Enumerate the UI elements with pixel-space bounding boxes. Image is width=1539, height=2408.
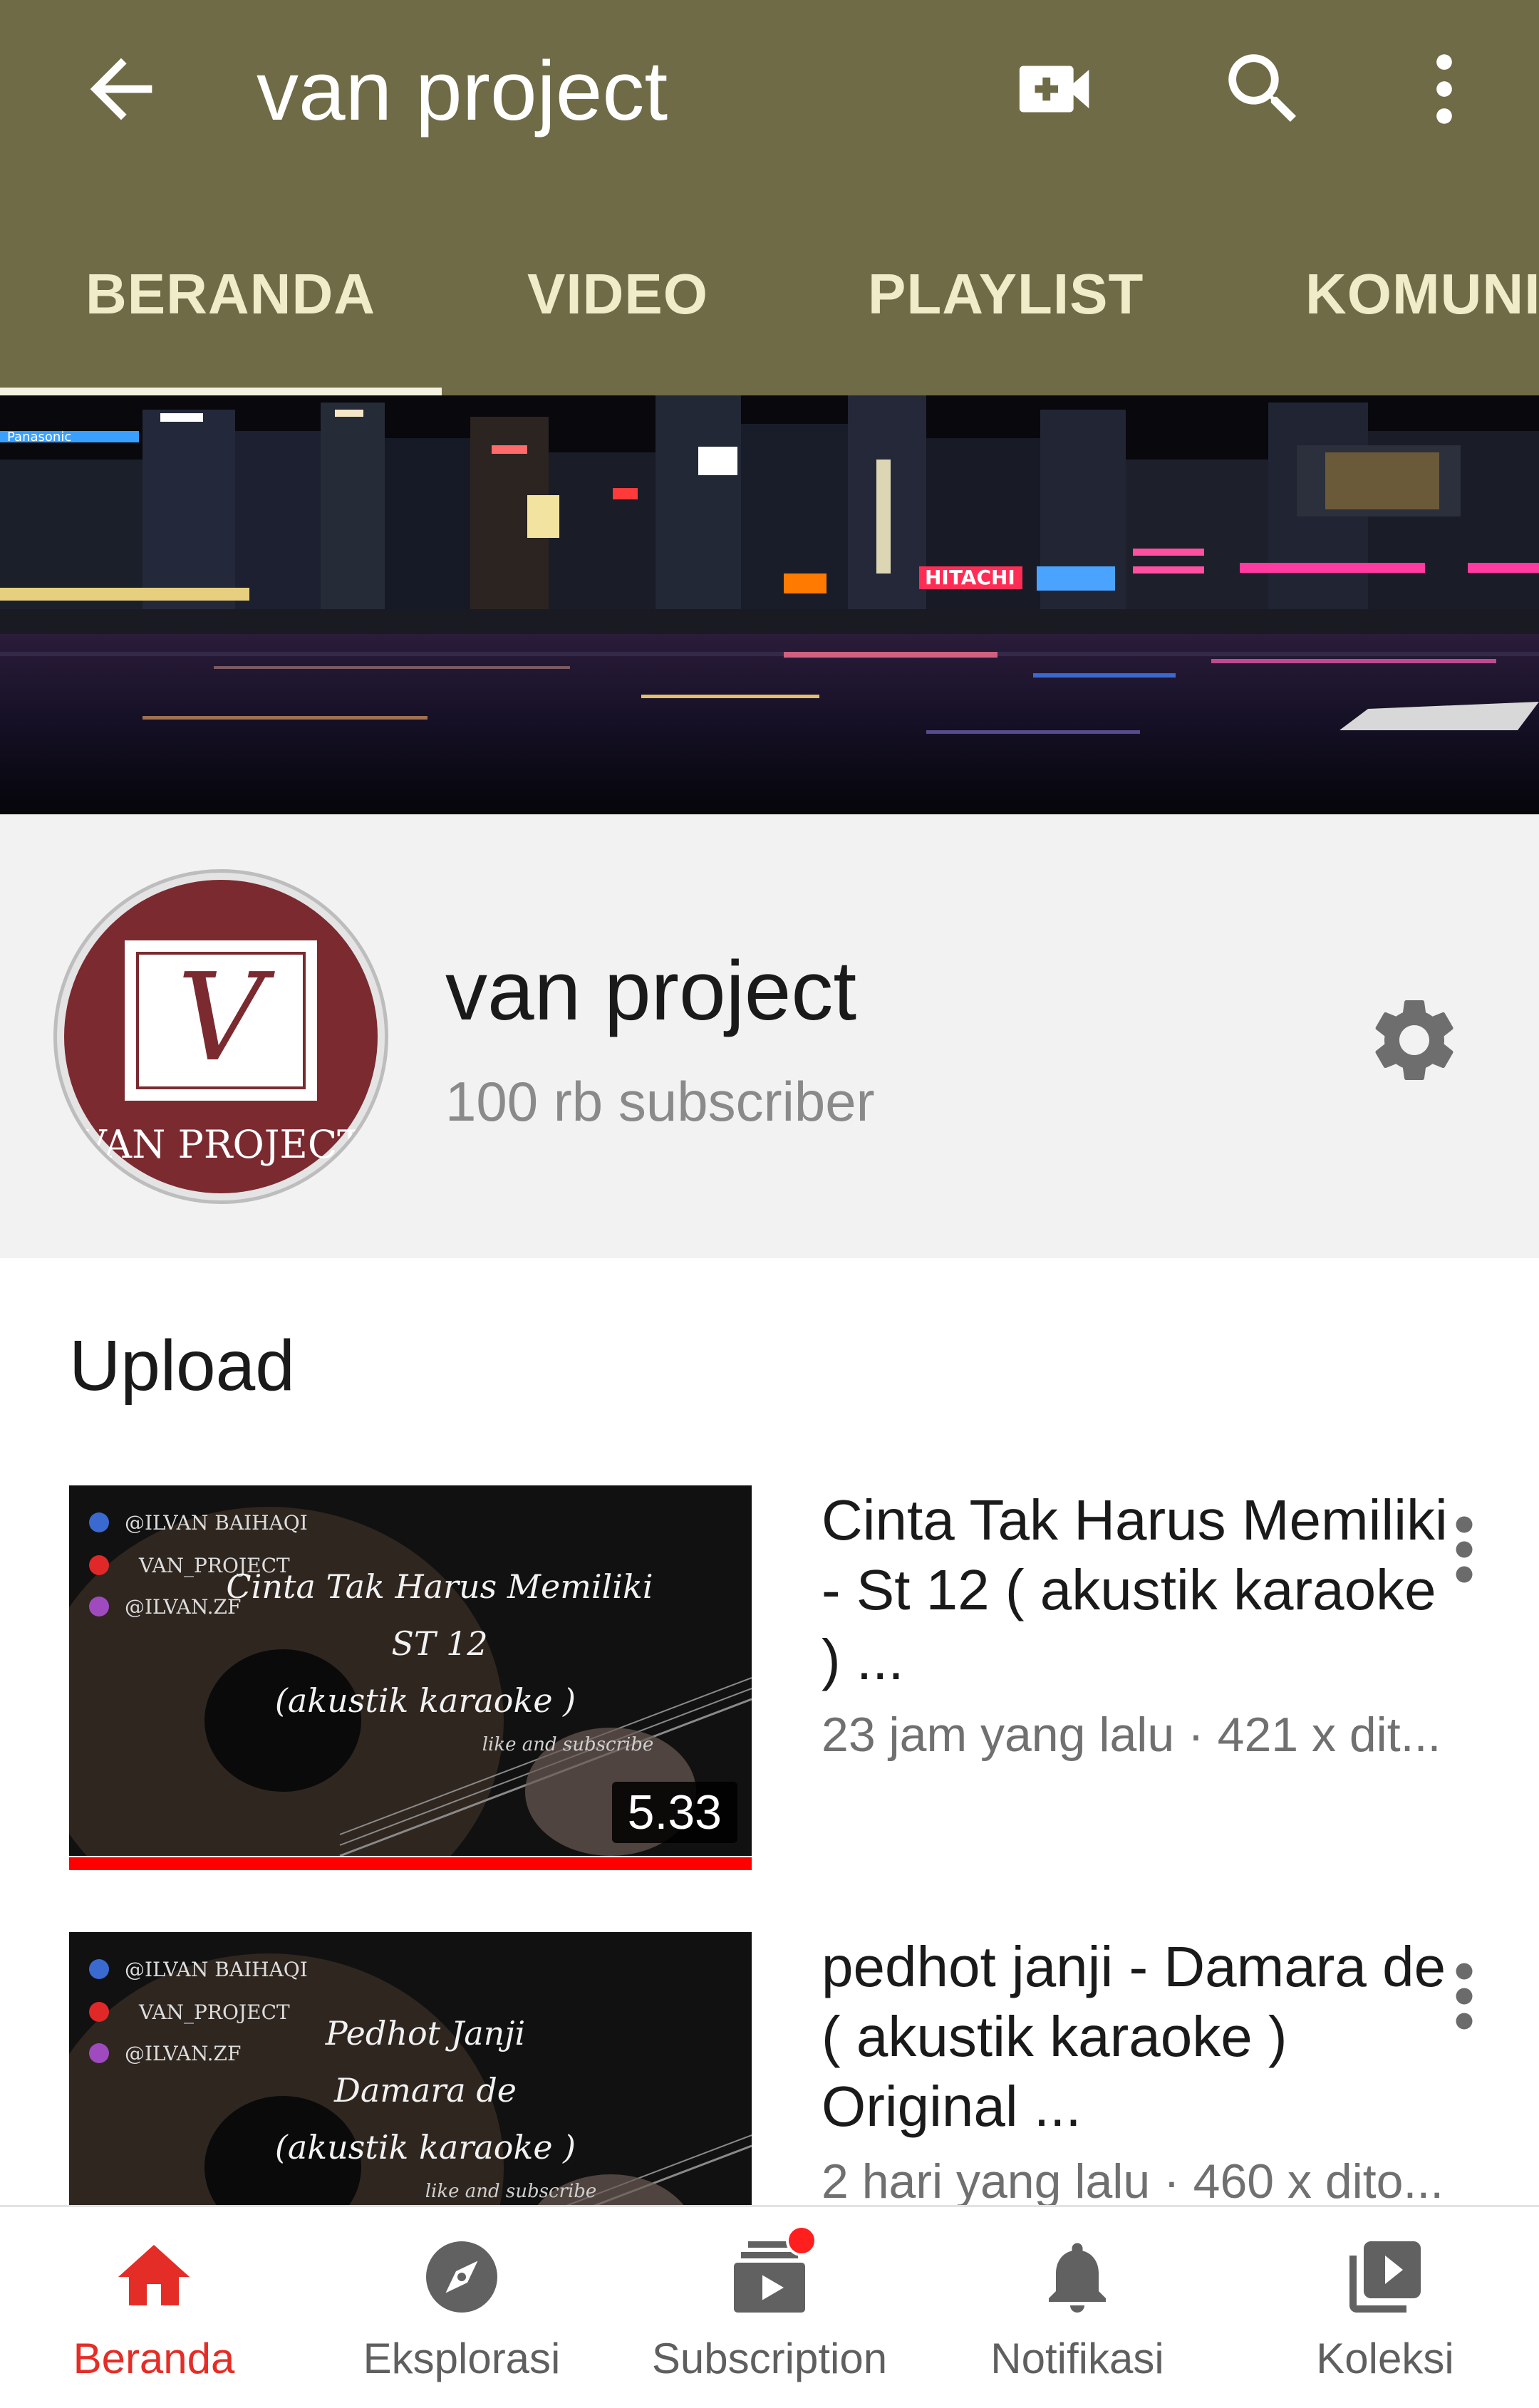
upload-video-button[interactable] [1012, 43, 1104, 135]
nav-label: Eksplorasi [363, 2335, 561, 2382]
nav-notifikasi[interactable]: Notifikasi [923, 2207, 1231, 2408]
channel-settings-button[interactable] [1364, 990, 1464, 1094]
notification-badge [786, 2225, 817, 2256]
watch-progress [69, 1857, 752, 1870]
banner-sign-hitachi: HITACHI [925, 566, 1015, 589]
tab-komunitas[interactable]: KOMUNITAS [1305, 242, 1539, 395]
tab-video[interactable]: VIDEO [527, 242, 708, 395]
subscriber-count: 100 rb subscriber [445, 1070, 875, 1133]
thumb-social-2: VAN_PROJECT [138, 2000, 290, 2024]
bottom-navigation: Beranda Eksplorasi Subscription Notifika… [0, 2205, 1539, 2406]
thumb-title-line-3: (akustik karaoke ) [275, 2128, 576, 2166]
thumb-tagline: like and subscribe [482, 1734, 654, 1755]
thumb-title-line-1: Pedhot Janji [325, 2014, 525, 2052]
more-vertical-icon [1436, 54, 1452, 124]
more-vertical-icon [1456, 1963, 1473, 2030]
more-options-button[interactable] [1398, 43, 1491, 135]
video-meta: 2 hari yang lalu · 460 x dito... [822, 2154, 1444, 2209]
app-bar: van project BERANDA VIDEO PLAYLIST KOMUN… [0, 0, 1539, 395]
thumb-social-1: @ILVAN BAIHAQI [125, 1958, 308, 1981]
back-button[interactable] [75, 43, 167, 135]
thumb-tagline: like and subscribe [425, 2181, 597, 2202]
compass-icon [426, 2241, 497, 2313]
video-thumbnail[interactable]: @ILVAN BAIHAQI VAN_PROJECT @ILVAN.ZF Cin… [69, 1485, 752, 1856]
more-vertical-icon [1456, 1516, 1473, 1583]
channel-tabs: BERANDA VIDEO PLAYLIST KOMUNITAS [0, 242, 1539, 395]
section-title-upload: Upload [69, 1326, 295, 1406]
thumb-title-line-1: Cinta Tak Harus Memiliki [226, 1567, 653, 1606]
thumb-title-line-2: Damara de [333, 2071, 517, 2109]
bell-icon [1049, 2243, 1106, 2313]
gear-icon [1375, 1000, 1454, 1080]
nav-label: Subscription [651, 2335, 888, 2382]
tab-beranda[interactable]: BERANDA [86, 242, 375, 395]
video-title[interactable]: pedhot janji - Damara de ( akustik karao… [822, 1932, 1463, 2142]
video-title[interactable]: Cinta Tak Harus Memiliki - St 12 ( akust… [822, 1485, 1463, 1695]
home-icon [118, 2245, 190, 2305]
channel-title: van project [256, 44, 668, 138]
thumb-title-line-2: ST 12 [391, 1624, 487, 1663]
video-more-button[interactable] [1439, 1510, 1489, 1589]
nav-label: Beranda [73, 2335, 235, 2382]
search-icon [1228, 54, 1296, 122]
nav-beranda[interactable]: Beranda [0, 2207, 308, 2408]
nav-label: Notifikasi [990, 2335, 1164, 2382]
nav-label: Koleksi [1316, 2335, 1454, 2382]
nav-subscription[interactable]: Subscription [616, 2207, 923, 2408]
thumb-social-3: @ILVAN.ZF [125, 2042, 241, 2065]
banner-sign-panasonic: Panasonic [7, 430, 71, 445]
thumb-social-3: @ILVAN.ZF [125, 1595, 241, 1619]
nav-koleksi[interactable]: Koleksi [1231, 2207, 1539, 2408]
channel-avatar[interactable]: V VAN PROJECT [53, 869, 388, 1204]
video-more-button[interactable] [1439, 1957, 1489, 2035]
watch-progress-fill [69, 1857, 752, 1870]
tab-playlist[interactable]: PLAYLIST [868, 242, 1144, 395]
avatar-letter: V [177, 948, 276, 1089]
channel-banner: Panasonic HITACHI [0, 395, 1539, 814]
channel-name: van project [445, 944, 857, 1038]
video-add-icon [1019, 66, 1089, 113]
library-icon [1349, 2241, 1421, 2313]
active-tab-indicator [0, 388, 442, 395]
channel-header: V VAN PROJECT van project 100 rb subscri… [0, 814, 1539, 1258]
video-duration: 5.33 [611, 1782, 737, 1843]
thumb-title-line-3: (akustik karaoke ) [275, 1681, 576, 1720]
search-button[interactable] [1217, 43, 1310, 135]
avatar-text: VAN PROJECT [78, 1122, 363, 1167]
video-item[interactable]: @ILVAN BAIHAQI VAN_PROJECT @ILVAN.ZF Cin… [0, 1485, 1539, 1884]
video-meta: 23 jam yang lalu · 421 x dit... [822, 1708, 1441, 1762]
arrow-left-icon [90, 58, 152, 120]
nav-eksplorasi[interactable]: Eksplorasi [308, 2207, 616, 2408]
thumb-social-1: @ILVAN BAIHAQI [125, 1511, 308, 1535]
